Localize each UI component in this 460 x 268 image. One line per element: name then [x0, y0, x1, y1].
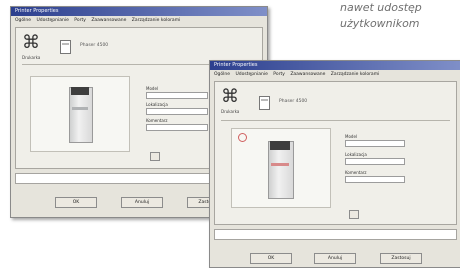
warning-circle-icon	[238, 133, 247, 142]
back-ok-button[interactable]: OK	[55, 197, 97, 208]
front-separator	[221, 120, 450, 121]
back-field-model-label: Model	[146, 86, 159, 91]
front-tab-color-management[interactable]: Zarządzanie kolorami	[331, 72, 380, 77]
front-tab-sharing[interactable]: Udostępnianie	[235, 72, 267, 77]
front-printer-picture-top	[270, 141, 290, 150]
front-printer-name: Phaser 4500	[279, 99, 308, 104]
front-field-model-value	[345, 140, 405, 147]
back-window-tabs: Ogólne Udostępnianie Porty Zaawansowane …	[11, 16, 267, 25]
front-icon-label: Drukarka	[221, 109, 240, 114]
front-printer-properties-window: Printer Properties Ogólne Udostępnianie …	[209, 60, 460, 268]
back-small-button[interactable]	[150, 152, 160, 161]
front-cancel-button[interactable]: Anuluj	[314, 253, 356, 264]
back-field-model-value	[146, 92, 208, 99]
front-ok-button[interactable]: OK	[250, 253, 292, 264]
front-window-tabs: Ogólne Udostępnianie Porty Zaawansowane …	[210, 70, 460, 79]
back-window-titlebar[interactable]: Printer Properties	[11, 7, 267, 16]
printer-settings-icon: ⌘	[221, 86, 239, 107]
front-field-comment-label: Komentarz	[345, 170, 367, 175]
front-field-location-value[interactable]	[345, 158, 405, 165]
back-tab-sharing[interactable]: Udostępnianie	[36, 18, 68, 23]
back-cancel-button[interactable]: Anuluj	[121, 197, 163, 208]
back-tab-general[interactable]: Ogólne	[15, 18, 31, 23]
front-printer-picture-tray	[271, 163, 289, 166]
back-field-location-value[interactable]	[146, 108, 208, 115]
back-field-location-label: Lokalizacja	[146, 102, 168, 107]
front-window-titlebar[interactable]: Printer Properties	[210, 61, 460, 70]
back-printer-name: Phaser 4500	[80, 43, 109, 48]
back-tab-advanced[interactable]: Zaawansowane	[91, 18, 126, 23]
caption-line-2: użytkownikom	[340, 17, 420, 30]
front-apply-button[interactable]: Zastosuj	[380, 253, 422, 264]
front-field-model-label: Model	[345, 134, 358, 139]
front-field-comment-value[interactable]	[345, 176, 405, 183]
back-field-comment-label: Komentarz	[146, 118, 168, 123]
caption-line-1: nawet udostęp	[340, 1, 422, 14]
front-printer-image-box	[231, 128, 331, 208]
back-printer-picture-tray	[72, 107, 88, 110]
front-tab-ports[interactable]: Porty	[273, 72, 285, 77]
front-tab-advanced[interactable]: Zaawansowane	[290, 72, 325, 77]
back-tab-color-management[interactable]: Zarządzanie kolorami	[132, 18, 181, 23]
back-printer-picture	[69, 87, 93, 143]
front-status-field	[214, 229, 457, 240]
front-field-location-label: Lokalizacja	[345, 152, 367, 157]
back-tab-ports[interactable]: Porty	[74, 18, 86, 23]
back-icon-label: Drukarka	[22, 55, 41, 60]
document-icon	[60, 40, 71, 54]
back-printer-image-box	[30, 76, 130, 152]
back-printer-picture-top	[71, 87, 89, 95]
printer-settings-icon: ⌘	[22, 32, 40, 53]
document-icon	[259, 96, 270, 110]
front-small-button[interactable]	[349, 210, 359, 219]
front-window-content-panel: ⌘ Drukarka Phaser 4500 Model Lokalizacja…	[214, 81, 457, 225]
front-tab-general[interactable]: Ogólne	[214, 72, 230, 77]
caption-text: nawet udostęp użytkownikom	[340, 0, 460, 32]
back-field-comment-value[interactable]	[146, 124, 208, 131]
